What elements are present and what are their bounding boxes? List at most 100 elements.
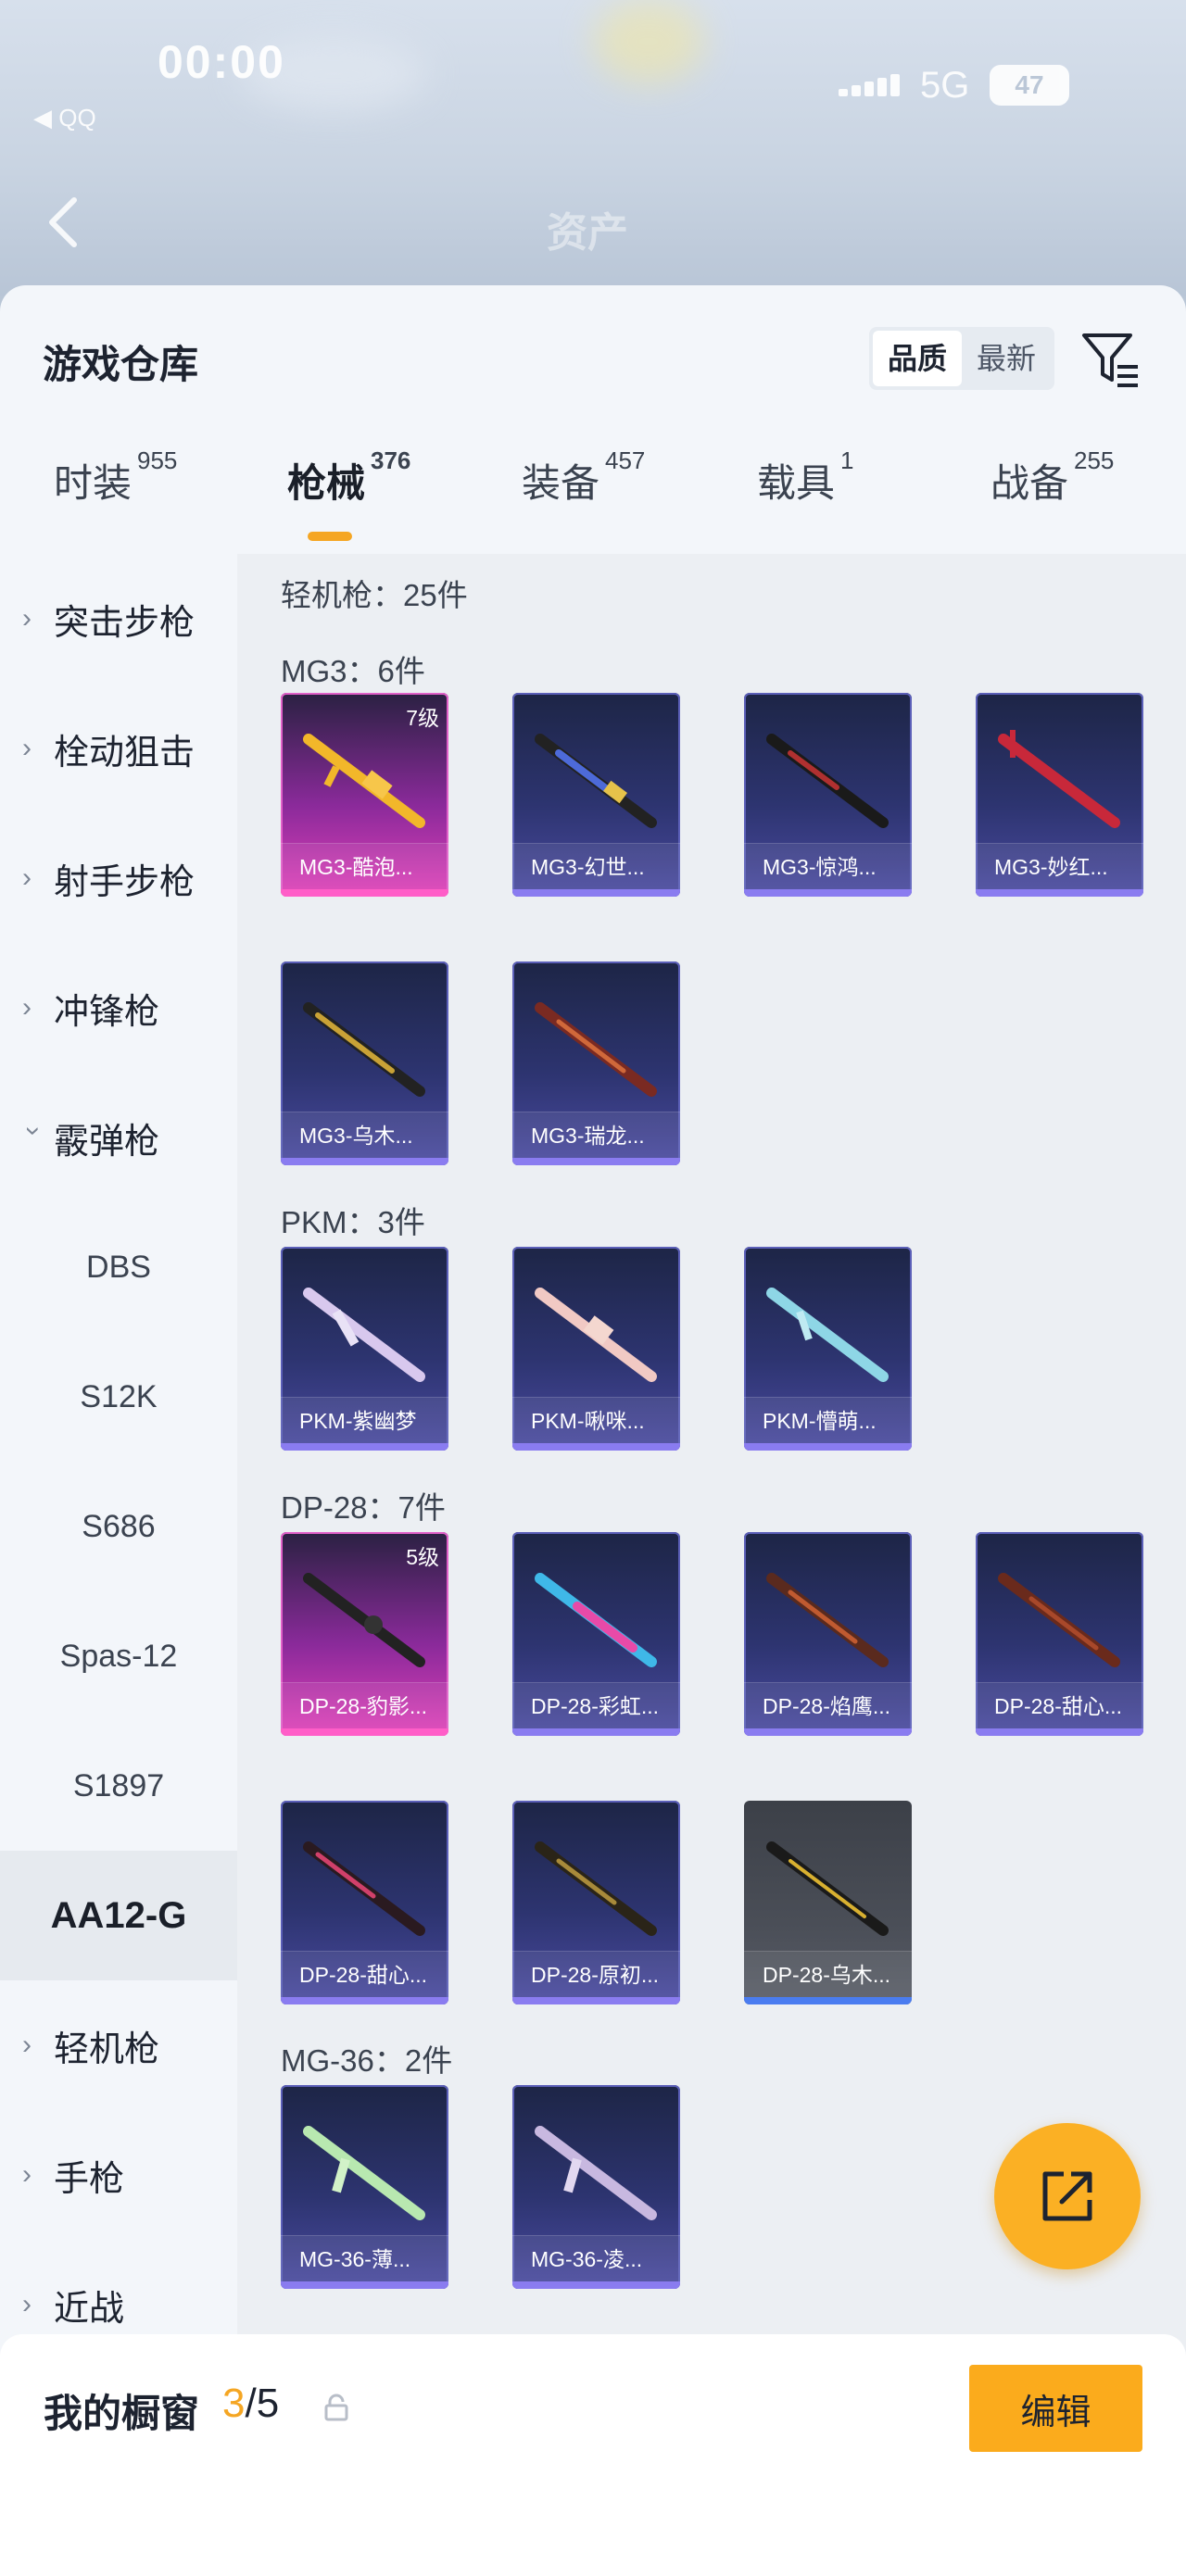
tab-fashion[interactable]: 时装955 [54, 446, 177, 509]
sidebar-subitem-spas12[interactable]: Spas-12 [0, 1591, 237, 1721]
showcase-bar: 我的橱窗 3/5 编辑 [0, 2334, 1186, 2576]
warehouse-sheet: 游戏仓库 品质 最新 时装955 枪械376 装备457 载具1 战备255 ›… [0, 285, 1186, 2576]
weapon-name: DP-28-甜心... [976, 1682, 1143, 1728]
weapon-name: MG3-乌木... [281, 1112, 448, 1158]
gun-icon [535, 1002, 657, 1097]
weapon-name: MG3-幻世... [512, 843, 680, 889]
chevron-right-icon: › [22, 2159, 32, 2190]
tab-equipment[interactable]: 装备457 [522, 446, 645, 509]
sort-toggle: 品质 最新 [869, 327, 1054, 390]
weapon-card[interactable]: DP-28-甜心... [281, 1801, 448, 2004]
sidebar-item-pistol[interactable]: › 手枪 [0, 2110, 237, 2240]
signal-icon [839, 74, 903, 96]
sidebar-subitem-aa12g[interactable]: AA12-G [0, 1851, 237, 1980]
sidebar-item-label: 射手步枪 [54, 862, 196, 902]
sidebar-subitem-dbs[interactable]: DBS [0, 1202, 237, 1332]
back-to-app-link[interactable]: ◀ QQ [33, 104, 96, 132]
rarity-bar [512, 1158, 680, 1165]
gun-icon [766, 1841, 889, 1936]
weapon-card[interactable]: DP-28-焰鹰... [744, 1532, 912, 1736]
weapon-card[interactable]: MG3-幻世... [512, 693, 680, 897]
sidebar-item-label: 霰弹枪 [54, 1122, 160, 1162]
battery-icon: 47 [990, 65, 1069, 106]
page-title: 游戏仓库 [43, 343, 199, 386]
tab-label: 枪械 [287, 461, 366, 505]
tab-label: 时装 [54, 461, 132, 505]
sidebar-subitem-s686[interactable]: S686 [0, 1462, 237, 1591]
rarity-bar [512, 889, 680, 897]
sidebar-item-label: S12K [80, 1378, 158, 1414]
section-label-mg36: MG-36：2件 [281, 2043, 453, 2078]
tab-label: 载具 [757, 461, 836, 505]
sidebar-item-label: 近战 [54, 2289, 125, 2329]
rarity-bar [976, 1728, 1143, 1736]
share-icon [1042, 2171, 1092, 2221]
weapon-card[interactable]: MG3-妙红... [976, 693, 1143, 897]
sidebar-item-bolt-sniper[interactable]: › 栓动狙击 [0, 684, 237, 813]
tab-count: 255 [1074, 446, 1115, 474]
weapon-card[interactable]: DP-28-甜心... [976, 1532, 1143, 1736]
weapon-card[interactable]: PKM-紫幽梦 [281, 1247, 448, 1451]
category-tabs: 时装955 枪械376 装备457 载具1 战备255 [0, 446, 1186, 526]
sidebar-item-label: 突击步枪 [54, 603, 196, 643]
sort-newest-button[interactable]: 最新 [962, 331, 1051, 386]
tab-supplies[interactable]: 战备255 [990, 446, 1114, 509]
weapon-card[interactable]: MG3-乌木... [281, 961, 448, 1165]
lock-icon [324, 2394, 348, 2421]
weapon-card[interactable]: 7级 MG3-酷泡... [281, 693, 448, 897]
gun-icon [535, 2126, 657, 2220]
rarity-bar [512, 2281, 680, 2289]
sidebar-item-label: S686 [82, 1508, 156, 1544]
chevron-right-icon: › [22, 733, 32, 763]
sidebar-subitem-s1897[interactable]: S1897 [0, 1721, 237, 1851]
sidebar-item-smg[interactable]: › 冲锋枪 [0, 943, 237, 1073]
chevron-right-icon: › [22, 862, 32, 893]
weapon-card[interactable]: MG-36-薄... [281, 2085, 448, 2289]
tab-guns[interactable]: 枪械376 [287, 446, 410, 509]
back-chevron-icon[interactable] [44, 195, 82, 250]
sidebar-subitem-s12k[interactable]: S12K [0, 1332, 237, 1462]
weapon-card[interactable]: MG-36-凌... [512, 2085, 680, 2289]
weapon-name: DP-28-焰鹰... [744, 1682, 912, 1728]
weapon-card[interactable]: PKM-懵萌... [744, 1247, 912, 1451]
sort-quality-button[interactable]: 品质 [873, 331, 962, 386]
gun-icon [998, 1573, 1120, 1667]
showcase-current: 3 [222, 2381, 246, 2426]
sidebar-item-shotgun[interactable]: › 霰弹枪 [0, 1073, 237, 1202]
weapon-name: PKM-懵萌... [744, 1397, 912, 1443]
edit-button[interactable]: 编辑 [969, 2365, 1142, 2452]
showcase-total: /5 [245, 2381, 280, 2426]
gun-icon [766, 1573, 889, 1667]
weapon-name: DP-28-豹影... [281, 1682, 448, 1728]
gun-icon [303, 2126, 425, 2220]
tab-count: 457 [605, 446, 646, 474]
weapon-card[interactable]: PKM-啾咪... [512, 1247, 680, 1451]
chevron-right-icon: › [22, 992, 32, 1023]
weapon-grid: 轻机枪：25件 MG3：6件 7级 MG3-酷泡... MG3-幻世... MG… [237, 554, 1186, 2576]
gun-icon [303, 1288, 425, 1382]
weapon-card[interactable]: MG3-惊鸿... [744, 693, 912, 897]
share-button[interactable] [994, 2123, 1141, 2269]
sidebar-item-label: 手枪 [54, 2159, 125, 2199]
filter-icon[interactable] [1080, 330, 1142, 391]
gun-icon [535, 734, 657, 828]
rarity-bar [281, 1997, 448, 2004]
gun-icon [998, 730, 1120, 828]
chevron-right-icon: › [22, 2029, 32, 2060]
sidebar-item-label: AA12-G [50, 1894, 187, 1936]
weapon-card[interactable]: 5级 DP-28-豹影... [281, 1532, 448, 1736]
tab-count: 376 [371, 446, 411, 474]
sidebar-item-lmg[interactable]: › 轻机枪 [0, 1980, 237, 2110]
weapon-type-sidebar: › 突击步枪 › 栓动狙击 › 射手步枪 › 冲锋枪 › 霰弹枪 DBS S12K S68… [0, 554, 237, 2576]
rarity-bar [281, 1728, 448, 1736]
weapon-card[interactable]: DP-28-原初... [512, 1801, 680, 2004]
weapon-card[interactable]: MG3-瑞龙... [512, 961, 680, 1165]
weapon-card[interactable]: DP-28-乌木... [744, 1801, 912, 2004]
sidebar-item-marksman-rifle[interactable]: › 射手步枪 [0, 813, 237, 943]
rarity-bar [976, 889, 1143, 897]
sidebar-item-label: Spas-12 [59, 1638, 178, 1674]
sidebar-item-assault-rifle[interactable]: › 突击步枪 [0, 554, 237, 684]
tab-vehicles[interactable]: 载具1 [757, 446, 853, 509]
weapon-card[interactable]: DP-28-彩虹... [512, 1532, 680, 1736]
sidebar-item-label: S1897 [72, 1767, 165, 1803]
